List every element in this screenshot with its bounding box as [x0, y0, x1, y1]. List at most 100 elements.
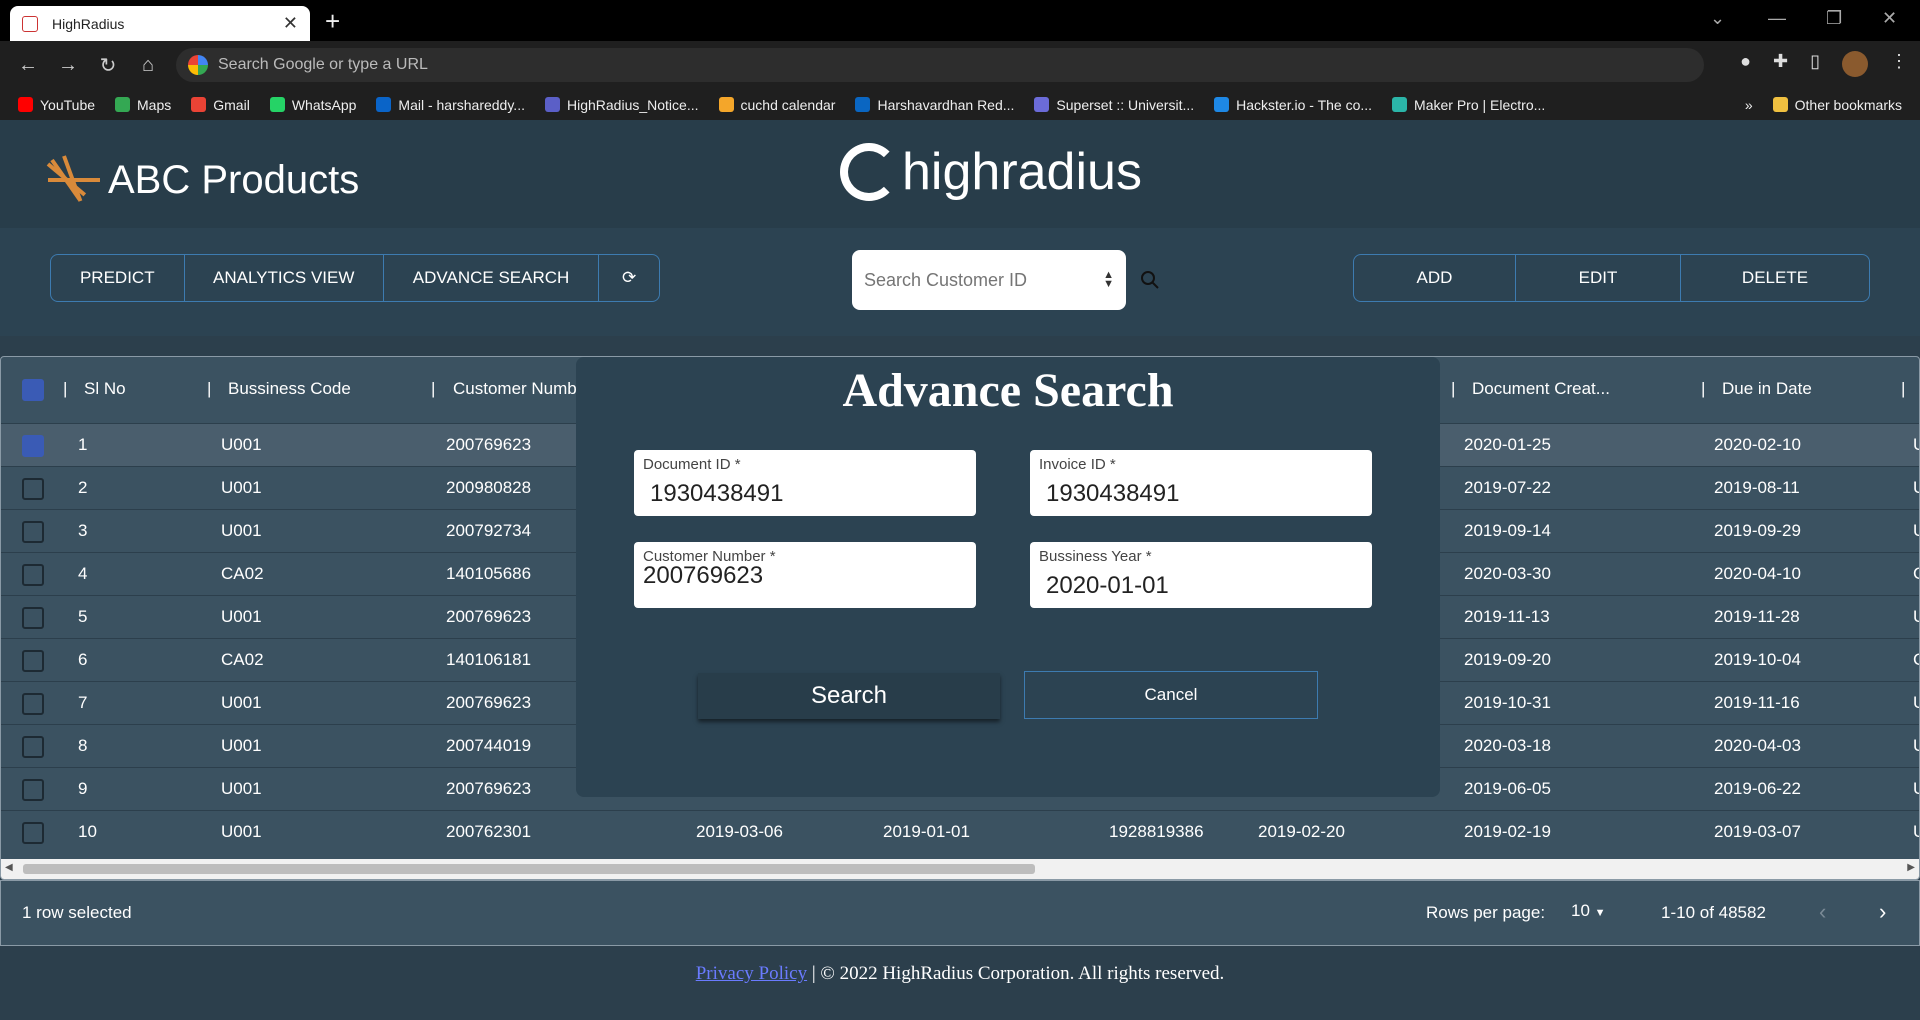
cancel-button[interactable]: Cancel: [1024, 671, 1318, 719]
next-page-icon[interactable]: ›: [1879, 899, 1886, 925]
extension-icon[interactable]: ●: [1740, 51, 1751, 77]
edit-button[interactable]: EDIT: [1516, 255, 1681, 301]
rows-per-page-value: 10: [1571, 901, 1590, 920]
profile-avatar[interactable]: [1842, 51, 1868, 77]
col-sl-no[interactable]: Sl No: [84, 379, 126, 399]
forward-icon[interactable]: →: [48, 54, 88, 77]
spinner-icon[interactable]: ▲ ▼: [1103, 270, 1114, 290]
row-checkbox[interactable]: [22, 650, 44, 672]
bookmark-item[interactable]: Harshavardhan Red...: [855, 97, 1014, 113]
restore-icon[interactable]: ❐: [1826, 8, 1842, 29]
puzzle-icon[interactable]: ✚: [1773, 51, 1788, 77]
search-button[interactable]: Search: [698, 673, 1000, 719]
toolbar: PREDICT ANALYTICS VIEW ADVANCE SEARCH ⟳ …: [0, 228, 1920, 336]
select-all-checkbox[interactable]: [22, 379, 44, 401]
privacy-policy-link[interactable]: Privacy Policy: [696, 963, 807, 984]
row-checkbox[interactable]: [22, 564, 44, 586]
table-cell: 2: [78, 478, 88, 497]
row-checkbox[interactable]: [22, 779, 44, 801]
bookmark-item[interactable]: YouTube: [18, 97, 95, 113]
table-cell: U: [1913, 478, 1919, 498]
scroll-right-icon[interactable]: ▶: [1907, 862, 1915, 873]
col-document-create-date[interactable]: Document Creat...: [1472, 379, 1610, 399]
bookmark-label: cuchd calendar: [740, 96, 836, 113]
table-row[interactable]: 10 U001 200762301 2019-02-19 2019-03-07 U 2019…: [1, 810, 1919, 853]
search-icon[interactable]: [1140, 270, 1160, 290]
bookmark-item[interactable]: HighRadius_Notice...: [544, 97, 699, 113]
highradius-logo-text: highradius: [902, 143, 1142, 201]
address-bar[interactable]: Search Google or type a URL: [176, 48, 1704, 82]
invoice-id-field[interactable]: Invoice ID * 1930438491: [1030, 450, 1372, 516]
close-tab-icon[interactable]: ✕: [283, 13, 298, 34]
bookmark-item[interactable]: Gmail: [191, 97, 250, 113]
home-icon[interactable]: ⌂: [128, 54, 168, 77]
minimize-icon[interactable]: —: [1768, 8, 1786, 29]
browser-tab[interactable]: HighRadius ✕: [10, 6, 310, 41]
prev-page-icon[interactable]: ‹: [1819, 899, 1826, 925]
bookmark-label: Harshavardhan Red...: [877, 96, 1015, 113]
advance-search-button[interactable]: ADVANCE SEARCH: [384, 255, 600, 301]
analytics-view-button[interactable]: ANALYTICS VIEW: [185, 255, 384, 301]
tab-search-icon[interactable]: ⌄: [1710, 8, 1725, 29]
reload-icon[interactable]: ↻: [88, 53, 128, 78]
menu-icon[interactable]: ⋮: [1890, 51, 1908, 77]
close-window-icon[interactable]: ✕: [1882, 8, 1897, 29]
predict-button[interactable]: PREDICT: [51, 255, 185, 301]
bookmark-item[interactable]: cuchd calendar: [718, 96, 836, 113]
bookmark-more[interactable]: »: [1745, 97, 1753, 113]
sidepanel-icon[interactable]: ▯: [1810, 51, 1820, 77]
col-customer-number[interactable]: Customer Numb: [453, 379, 577, 399]
customer-number-field[interactable]: Customer Number * 200769623: [634, 542, 976, 608]
add-button[interactable]: ADD: [1354, 255, 1516, 301]
bookmark-item[interactable]: Superset :: Universit...: [1034, 97, 1194, 113]
other-bookmarks[interactable]: Other bookmarks: [1772, 97, 1902, 113]
bookmark-item[interactable]: Hackster.io - The co...: [1214, 97, 1372, 113]
refresh-button[interactable]: ⟳: [599, 255, 659, 301]
table-cell: 2020-04-10: [1714, 564, 1801, 583]
table-cell: 2019-11-28: [1714, 607, 1800, 626]
new-tab-button[interactable]: +: [325, 6, 340, 37]
delete-button[interactable]: DELETE: [1681, 255, 1869, 301]
col-business-code[interactable]: Bussiness Code: [228, 379, 351, 399]
selected-count: 1 row selected: [22, 903, 132, 922]
table-cell: U: [1913, 693, 1919, 713]
table-cell: 10: [78, 822, 97, 841]
row-checkbox[interactable]: [22, 435, 44, 457]
row-checkbox[interactable]: [22, 478, 44, 500]
document-id-label: Document ID *: [643, 456, 741, 473]
address-bar-row: ← → ↻ ⌂ Search Google or type a URL ● ✚ …: [0, 41, 1920, 89]
bookmark-item[interactable]: Maps: [115, 97, 171, 113]
horizontal-scrollbar[interactable]: ◀ ▶: [1, 859, 1919, 879]
table-cell: 2019-09-20: [1464, 650, 1551, 669]
business-year-field[interactable]: Bussiness Year * 2020-01-01: [1030, 542, 1372, 608]
row-checkbox[interactable]: [22, 693, 44, 715]
scroll-left-icon[interactable]: ◀: [5, 862, 13, 873]
bookmark-label: YouTube: [40, 96, 96, 113]
rows-per-page-select[interactable]: 10 ▼: [1571, 901, 1606, 921]
row-checkbox[interactable]: [22, 736, 44, 758]
col-due-in-date[interactable]: Due in Date: [1722, 379, 1812, 399]
document-id-field[interactable]: Document ID * 1930438491: [634, 450, 976, 516]
back-icon[interactable]: ←: [8, 54, 48, 77]
table-cell: 200769623: [446, 693, 532, 712]
bookmark-item[interactable]: Mail - harshareddy...: [376, 97, 525, 113]
dialog-title: Advance Search: [842, 364, 1174, 417]
row-checkbox[interactable]: [22, 521, 44, 543]
row-checkbox[interactable]: [22, 822, 44, 844]
table-cell: U001: [221, 736, 262, 755]
customer-id-input[interactable]: [864, 269, 1084, 291]
bookmark-item[interactable]: Maker Pro | Electro...: [1392, 97, 1545, 113]
table-cell: 1928819386: [1109, 822, 1204, 841]
row-checkbox[interactable]: [22, 607, 44, 629]
table-cell: CA02: [221, 650, 264, 669]
bookmark-favicon-icon: [1392, 97, 1408, 112]
table-cell: 2019-01-01: [883, 822, 970, 841]
scrollbar-thumb[interactable]: [23, 864, 1035, 874]
bookmark-item[interactable]: WhatsApp: [269, 97, 356, 113]
rows-per-page-label: Rows per page:: [1426, 903, 1546, 922]
table-cell: 2019-09-29: [1714, 521, 1801, 540]
table-cell: 2019-03-06: [696, 822, 783, 841]
table-cell: U001: [221, 822, 262, 841]
bookmark-label: Maps: [137, 96, 172, 113]
table-cell: 200769623: [446, 435, 532, 454]
